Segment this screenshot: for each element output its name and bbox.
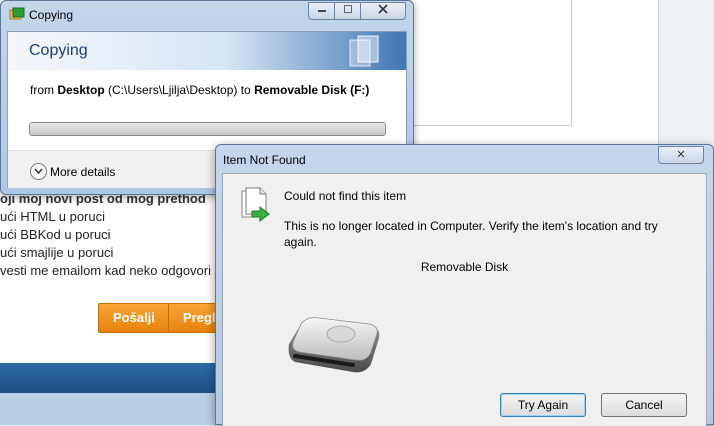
background-blue-bar	[0, 363, 230, 393]
cancel-button[interactable]: Cancel	[601, 393, 687, 417]
window-title: Item Not Found	[223, 153, 306, 167]
error-heading: Could not find this item	[284, 189, 407, 203]
post-option[interactable]: vesti me emailom kad neko odgovori	[0, 262, 230, 280]
try-again-button[interactable]: Try Again	[500, 393, 586, 417]
detail-prefix: from	[30, 83, 58, 97]
item-not-found-dialog: Item Not Found ✕ Could not find this ite…	[215, 144, 714, 426]
documents-graphic-icon	[349, 35, 379, 67]
background-panel	[410, 0, 572, 126]
window-title: Copying	[29, 8, 74, 22]
more-details-button[interactable]: More details	[30, 163, 115, 181]
post-option[interactable]: ući BBKod u poruci	[0, 226, 230, 244]
post-options-list: oji moj novi post od mog prethod ući HTM…	[0, 190, 230, 280]
removable-disk-icon	[288, 317, 380, 373]
close-icon	[378, 4, 388, 14]
copying-header: Copying	[8, 32, 406, 70]
copy-detail-text: from Desktop (C:\Users\Ljilja\Desktop) t…	[30, 83, 369, 97]
more-details-label: More details	[50, 164, 116, 179]
close-button[interactable]	[360, 2, 406, 20]
maximize-icon	[343, 5, 352, 13]
background-footer	[0, 393, 230, 425]
source-path: (C:\Users\Ljilja\Desktop) to	[104, 83, 255, 97]
post-option[interactable]: ući smajlije u poruci	[0, 244, 230, 262]
file-arrow-icon	[241, 187, 270, 223]
item-not-found-content: Could not find this item This is no long…	[222, 173, 707, 426]
minimize-icon	[317, 10, 326, 12]
item-not-found-titlebar[interactable]: Item Not Found ✕	[216, 145, 713, 171]
chevron-down-icon	[30, 163, 47, 180]
error-message: This is no longer located in Computer. V…	[284, 219, 658, 249]
maximize-button[interactable]	[334, 2, 361, 20]
source-name: Desktop	[57, 83, 105, 97]
close-button[interactable]: ✕	[658, 146, 704, 164]
send-button[interactable]: Pošalji	[98, 303, 170, 333]
destination-name: Removable Disk (F:)	[254, 83, 370, 97]
close-icon: ✕	[676, 149, 686, 161]
copying-titlebar[interactable]: Copying	[1, 1, 413, 29]
post-option[interactable]: ući HTML u poruci	[0, 208, 230, 226]
copy-progress-bar	[29, 122, 386, 136]
copying-heading: Copying	[29, 42, 88, 59]
background-side-strip	[658, 0, 714, 150]
missing-item-name: Removable Disk	[420, 260, 509, 274]
folder-copy-icon	[9, 7, 25, 20]
minimize-button[interactable]	[308, 2, 335, 20]
